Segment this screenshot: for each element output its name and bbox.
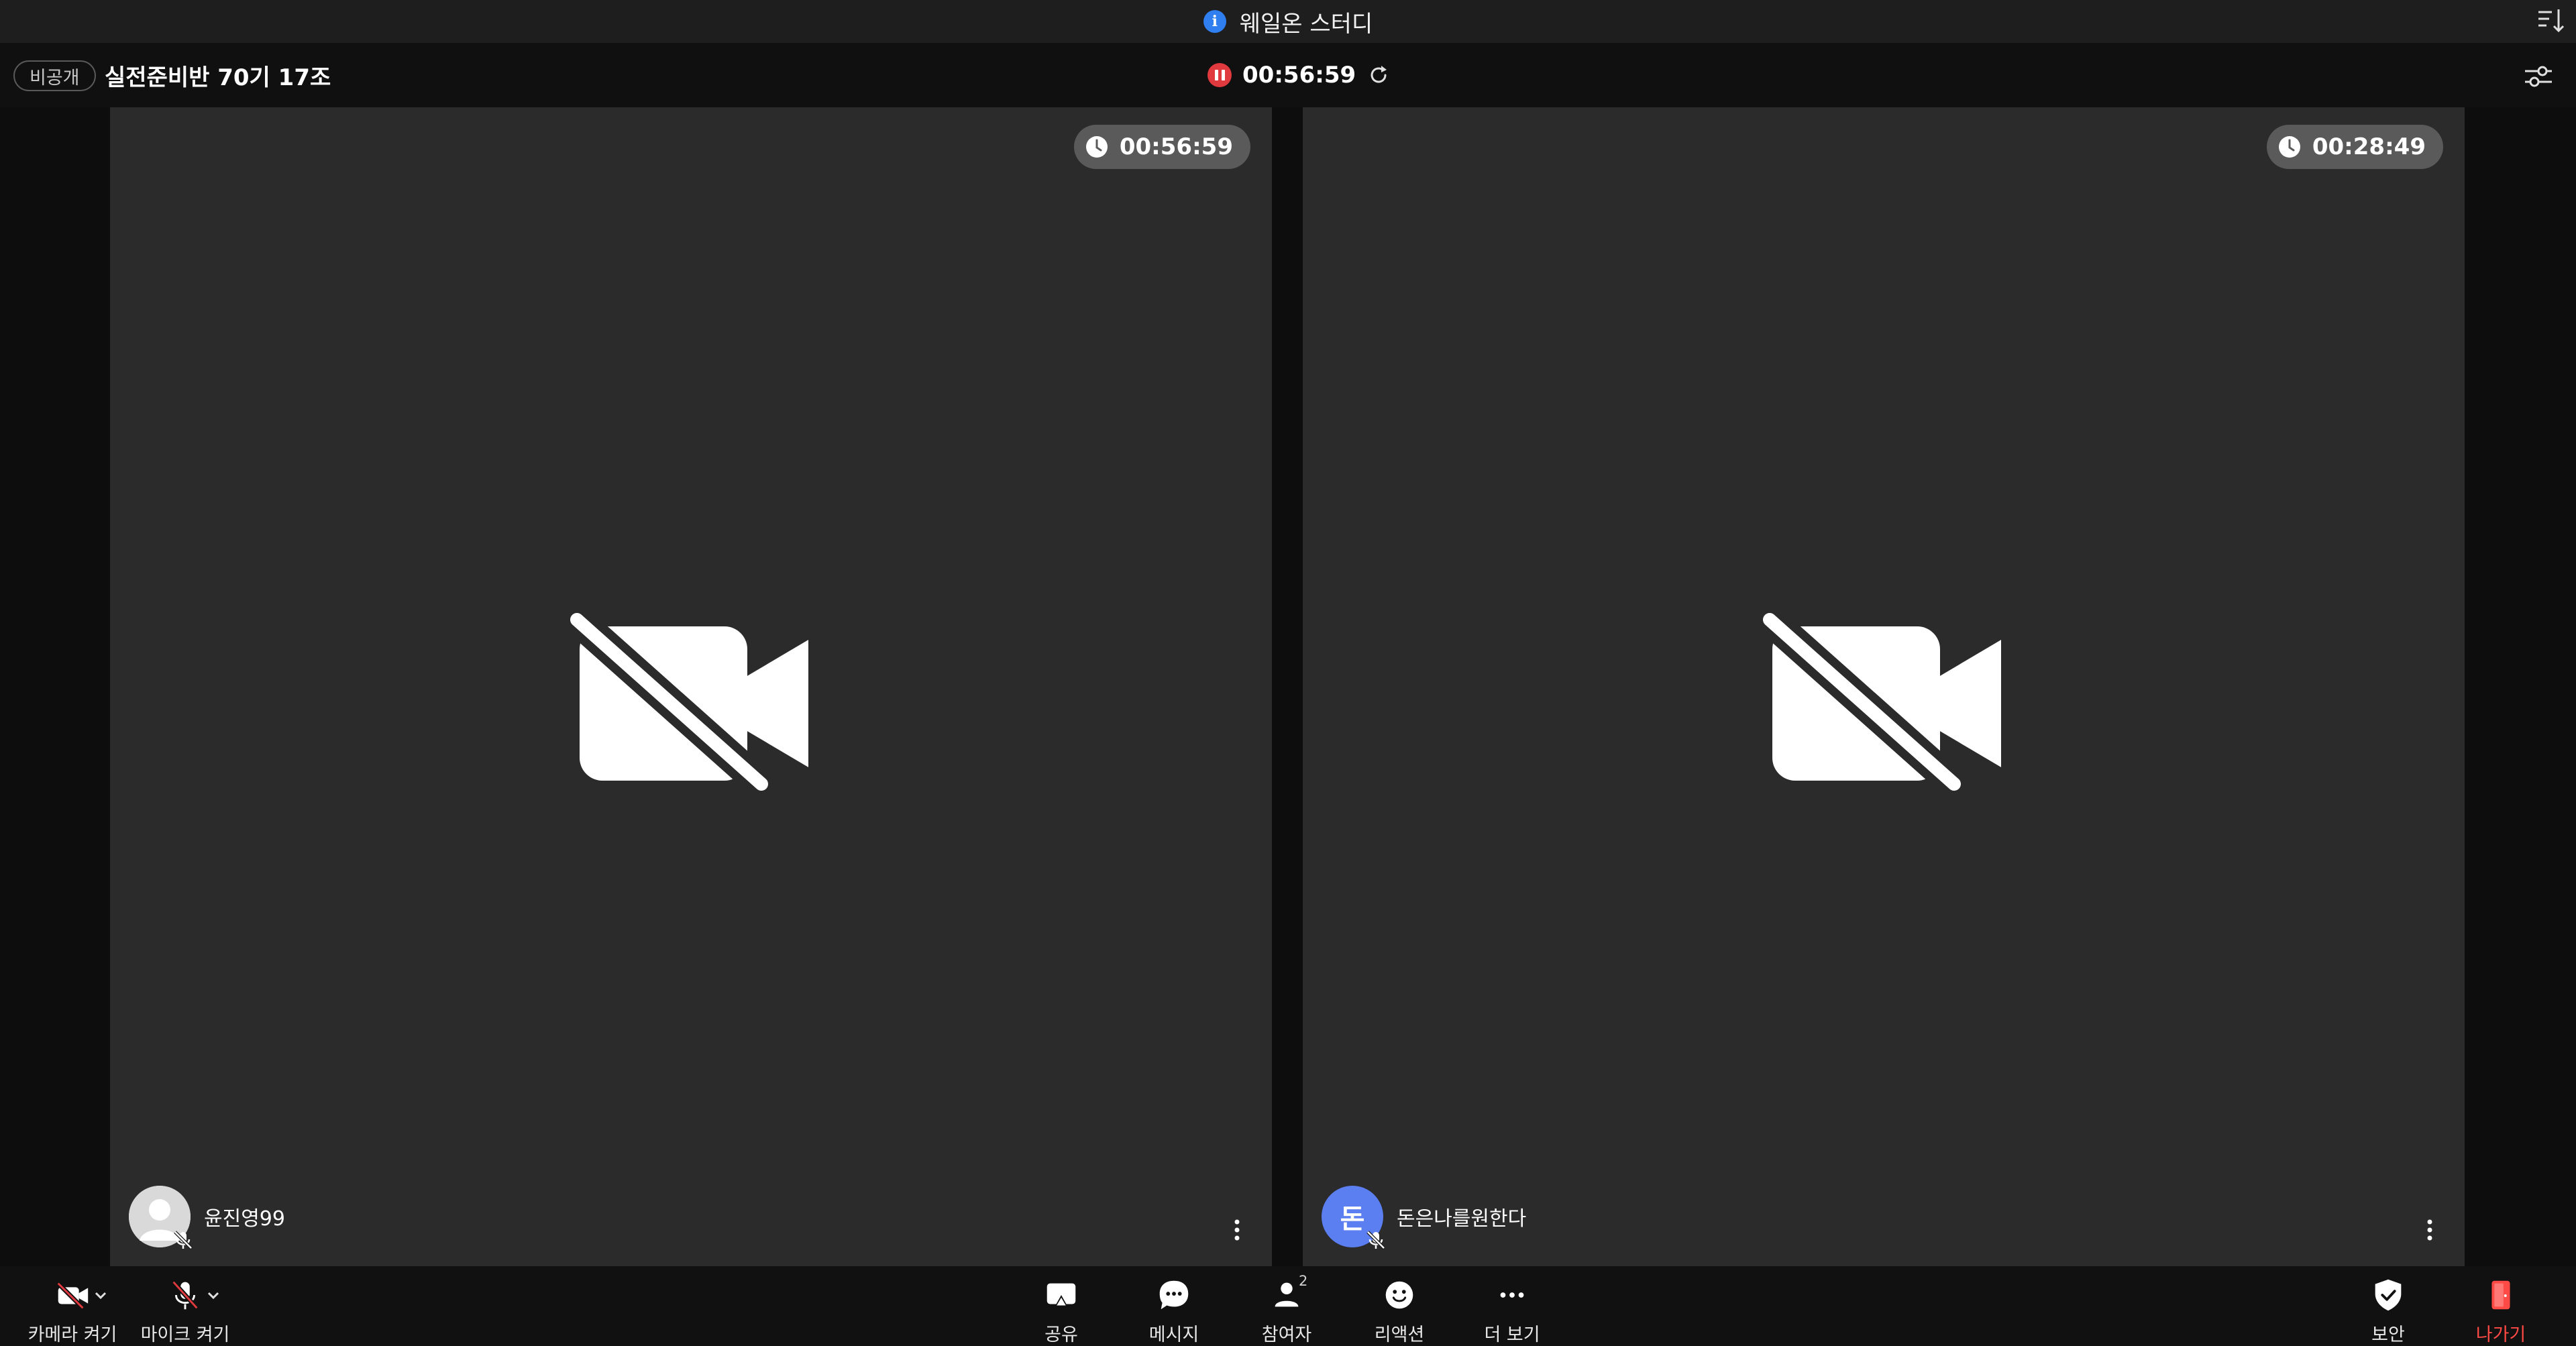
participant-info: 윤진영99 (129, 1186, 285, 1249)
mic-toggle-label: 마이크 켜기 (140, 1325, 230, 1345)
exit-door-icon (2491, 1280, 2510, 1310)
tile-time-pill: 00:28:49 (2266, 125, 2443, 169)
participant-name: 돈은나를원한다 (1397, 1207, 1527, 1231)
mic-off-icon (172, 1280, 199, 1310)
more-label: 더 보기 (1484, 1325, 1540, 1345)
privacy-badge: 비공개 (13, 60, 96, 91)
clock-icon (1085, 136, 1108, 158)
participants-label: 참여자 (1261, 1325, 1312, 1345)
recording-status: 00:56:59 (1208, 58, 1391, 93)
share-button[interactable]: 공유 (1021, 1266, 1102, 1346)
reaction-label: 리액션 (1374, 1325, 1425, 1345)
avatar-initial: 돈 (1340, 1204, 1365, 1235)
window-title-wrap: i 웨일온 스터디 (0, 0, 2576, 43)
leave-button[interactable]: 나가기 (2461, 1266, 2541, 1346)
window-title: 웨일온 스터디 (1239, 10, 1373, 38)
settings-sliders-icon[interactable] (2521, 59, 2556, 94)
security-label: 보안 (2371, 1325, 2405, 1345)
info-icon[interactable]: i (1203, 10, 1226, 33)
more-horizontal-icon (1500, 1292, 1524, 1298)
participants-button[interactable]: 참여자 (1246, 1266, 1327, 1346)
camera-options-chevron-down-icon[interactable] (91, 1286, 110, 1305)
share-label: 공유 (1044, 1325, 1078, 1345)
camera-off-icon (570, 613, 808, 799)
smiley-icon (1385, 1281, 1413, 1309)
screen-share-icon (1046, 1283, 1076, 1307)
mic-options-chevron-down-icon[interactable] (204, 1286, 223, 1305)
meeting-name: 실전준비반 70기 17조 (105, 64, 331, 91)
camera-toggle-button[interactable]: 카메라 켜기 (25, 1266, 119, 1346)
window-titlebar: i 웨일온 스터디 (0, 0, 2576, 43)
avatar: 돈 (1322, 1186, 1385, 1249)
security-button[interactable]: 보안 (2348, 1266, 2428, 1346)
camera-toggle-label: 카메라 켜기 (28, 1325, 117, 1345)
meeting-header: 비공개 실전준비반 70기 17조 00:56:59 (0, 43, 2576, 107)
meeting-toolbar: 카메라 켜기 마이크 켜기 공유 메시지 참여자 2 리액션 더 보기 보안 나… (0, 1266, 2576, 1346)
leave-label: 나가기 (2475, 1325, 2526, 1345)
mic-muted-icon (1366, 1231, 1385, 1249)
sort-icon[interactable] (2536, 5, 2567, 36)
video-tile-2[interactable]: 00:28:49 돈 돈은나를원한다 (1303, 107, 2465, 1266)
refresh-icon[interactable] (1366, 63, 1391, 87)
chat-bubble-icon (1159, 1280, 1189, 1310)
avatar (129, 1186, 193, 1249)
mic-muted-icon (174, 1231, 193, 1249)
clock-icon (2278, 136, 2300, 158)
tile-time: 00:28:49 (2312, 133, 2426, 160)
camera-off-icon (56, 1282, 89, 1310)
tile-time: 00:56:59 (1119, 133, 1233, 160)
shield-check-icon (2375, 1279, 2402, 1311)
camera-off-icon (1763, 613, 2001, 799)
mic-toggle-button[interactable]: 마이크 켜기 (138, 1266, 232, 1346)
participant-name: 윤진영99 (204, 1207, 285, 1231)
more-vertical-icon[interactable] (2423, 1217, 2436, 1243)
more-button[interactable]: 더 보기 (1472, 1266, 1552, 1346)
more-vertical-icon[interactable] (1230, 1217, 1244, 1243)
participants-count: 2 (1299, 1273, 1308, 1289)
video-tile-1[interactable]: 00:56:59 윤진영99 (110, 107, 1272, 1266)
message-label: 메시지 (1148, 1325, 1199, 1345)
tile-time-pill: 00:56:59 (1073, 125, 1250, 169)
participant-info: 돈 돈은나를원한다 (1322, 1186, 1527, 1249)
message-button[interactable]: 메시지 (1134, 1266, 1214, 1346)
reaction-button[interactable]: 리액션 (1359, 1266, 1440, 1346)
recording-time: 00:56:59 (1242, 62, 1356, 89)
recording-pause-icon[interactable] (1208, 63, 1232, 87)
